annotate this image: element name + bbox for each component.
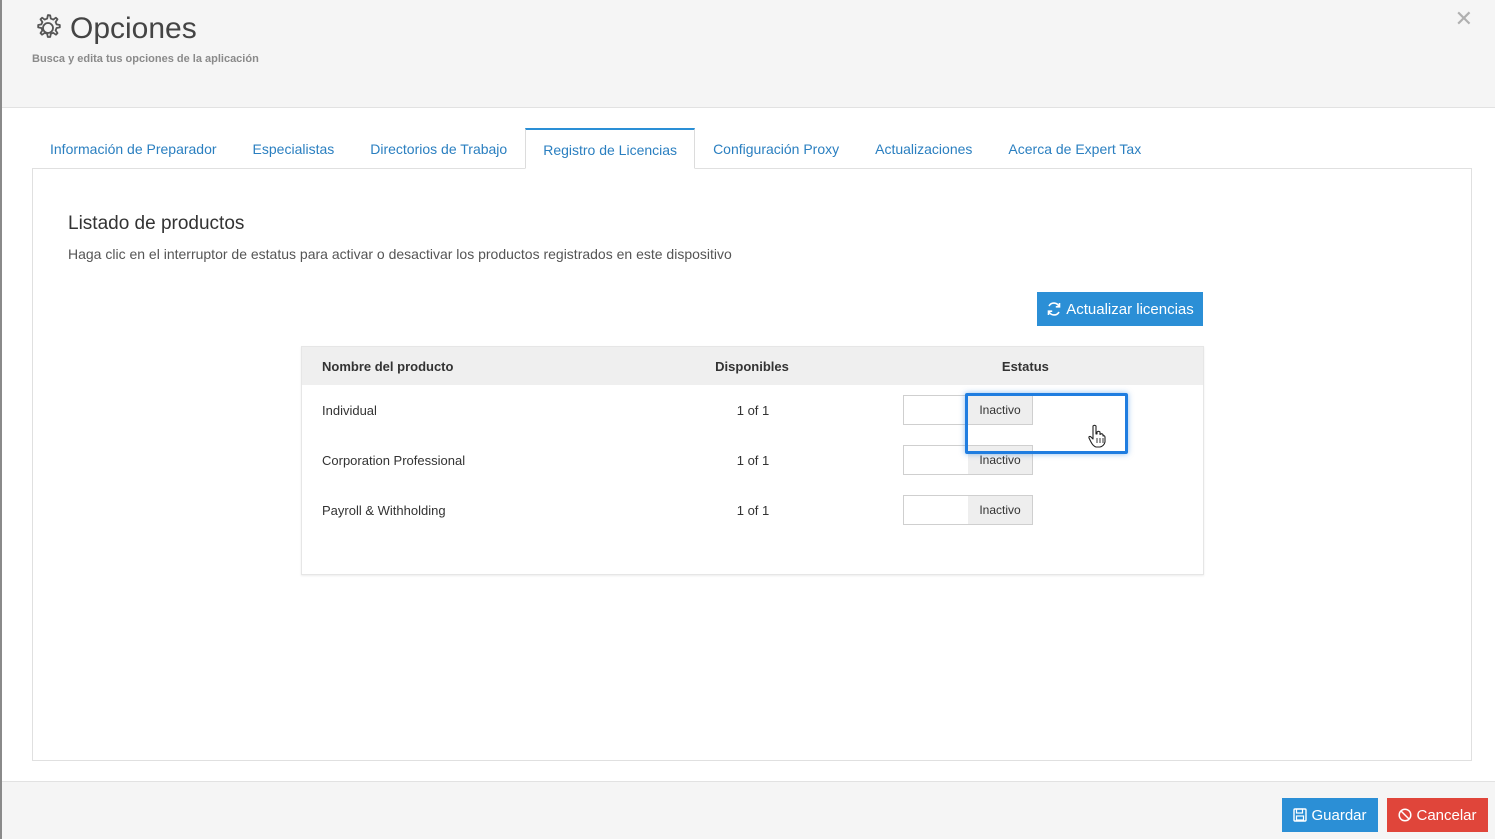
license-tab-panel: Listado de productos Haga clic en el int…: [32, 168, 1472, 761]
products-table: Nombre del producto Disponibles Estatus …: [301, 346, 1204, 575]
toggle-state-label: Inactivo: [968, 396, 1032, 424]
section-title: Listado de productos: [68, 213, 245, 234]
window-left-edge: [0, 0, 2, 839]
tab-updates[interactable]: Actualizaciones: [857, 128, 990, 169]
dialog-subtitle: Busca y edita tus opciones de la aplicac…: [32, 53, 259, 65]
ban-icon: [1398, 808, 1413, 822]
refresh-icon: [1047, 302, 1061, 316]
section-description: Haga clic en el interruptor de estatus p…: [68, 246, 732, 262]
cancel-label: Cancelar: [1416, 806, 1477, 824]
table-row: Corporation Professional 1 of 1 Inactivo: [302, 435, 1203, 485]
tab-work-directories[interactable]: Directorios de Trabajo: [352, 128, 525, 169]
tab-specialists[interactable]: Especialistas: [235, 128, 353, 169]
product-available: 1 of 1: [736, 502, 770, 518]
refresh-licenses-label: Actualizar licencias: [1066, 300, 1194, 318]
options-tabs: Información de Preparador Especialistas …: [32, 128, 1159, 169]
table-row: Payroll & Withholding 1 of 1 Inactivo: [302, 485, 1203, 535]
dialog-title: Opciones: [70, 12, 197, 45]
gear-icon: [37, 14, 61, 38]
product-name: Corporation Professional: [322, 452, 466, 468]
save-button[interactable]: Guardar: [1282, 798, 1378, 832]
column-header-name: Nombre del producto: [322, 358, 454, 374]
status-toggle[interactable]: Inactivo: [903, 495, 1033, 525]
table-header: Nombre del producto Disponibles Estatus: [302, 347, 1203, 385]
tab-proxy-config[interactable]: Configuración Proxy: [695, 128, 857, 169]
status-toggle[interactable]: Inactivo: [903, 445, 1033, 475]
column-header-status: Estatus: [1001, 358, 1049, 374]
save-label: Guardar: [1311, 806, 1367, 824]
tab-license-registry[interactable]: Registro de Licencias: [525, 128, 696, 169]
close-icon[interactable]: ✕: [1455, 6, 1473, 32]
cancel-button[interactable]: Cancelar: [1387, 798, 1488, 832]
toggle-state-label: Inactivo: [968, 496, 1032, 524]
toggle-state-label: Inactivo: [968, 446, 1032, 474]
tab-about[interactable]: Acerca de Expert Tax: [990, 128, 1159, 169]
save-icon: [1293, 808, 1308, 822]
product-name: Payroll & Withholding: [322, 502, 446, 518]
tab-preparer-info[interactable]: Información de Preparador: [32, 128, 235, 169]
product-available: 1 of 1: [736, 452, 770, 468]
product-available: 1 of 1: [736, 402, 770, 418]
refresh-licenses-button[interactable]: Actualizar licencias: [1037, 292, 1203, 326]
dialog-header: Opciones Busca y edita tus opciones de l…: [2, 0, 1495, 108]
toggle-knob: [904, 496, 968, 524]
product-name: Individual: [322, 402, 377, 418]
hand-cursor-icon: [1088, 424, 1106, 448]
dialog-footer: Guardar Cancelar: [2, 781, 1495, 839]
toggle-knob: [904, 446, 968, 474]
status-toggle[interactable]: Inactivo: [903, 395, 1033, 425]
toggle-knob: [904, 396, 968, 424]
column-header-available: Disponibles: [715, 358, 789, 374]
table-row: Individual 1 of 1 Inactivo: [302, 385, 1203, 435]
